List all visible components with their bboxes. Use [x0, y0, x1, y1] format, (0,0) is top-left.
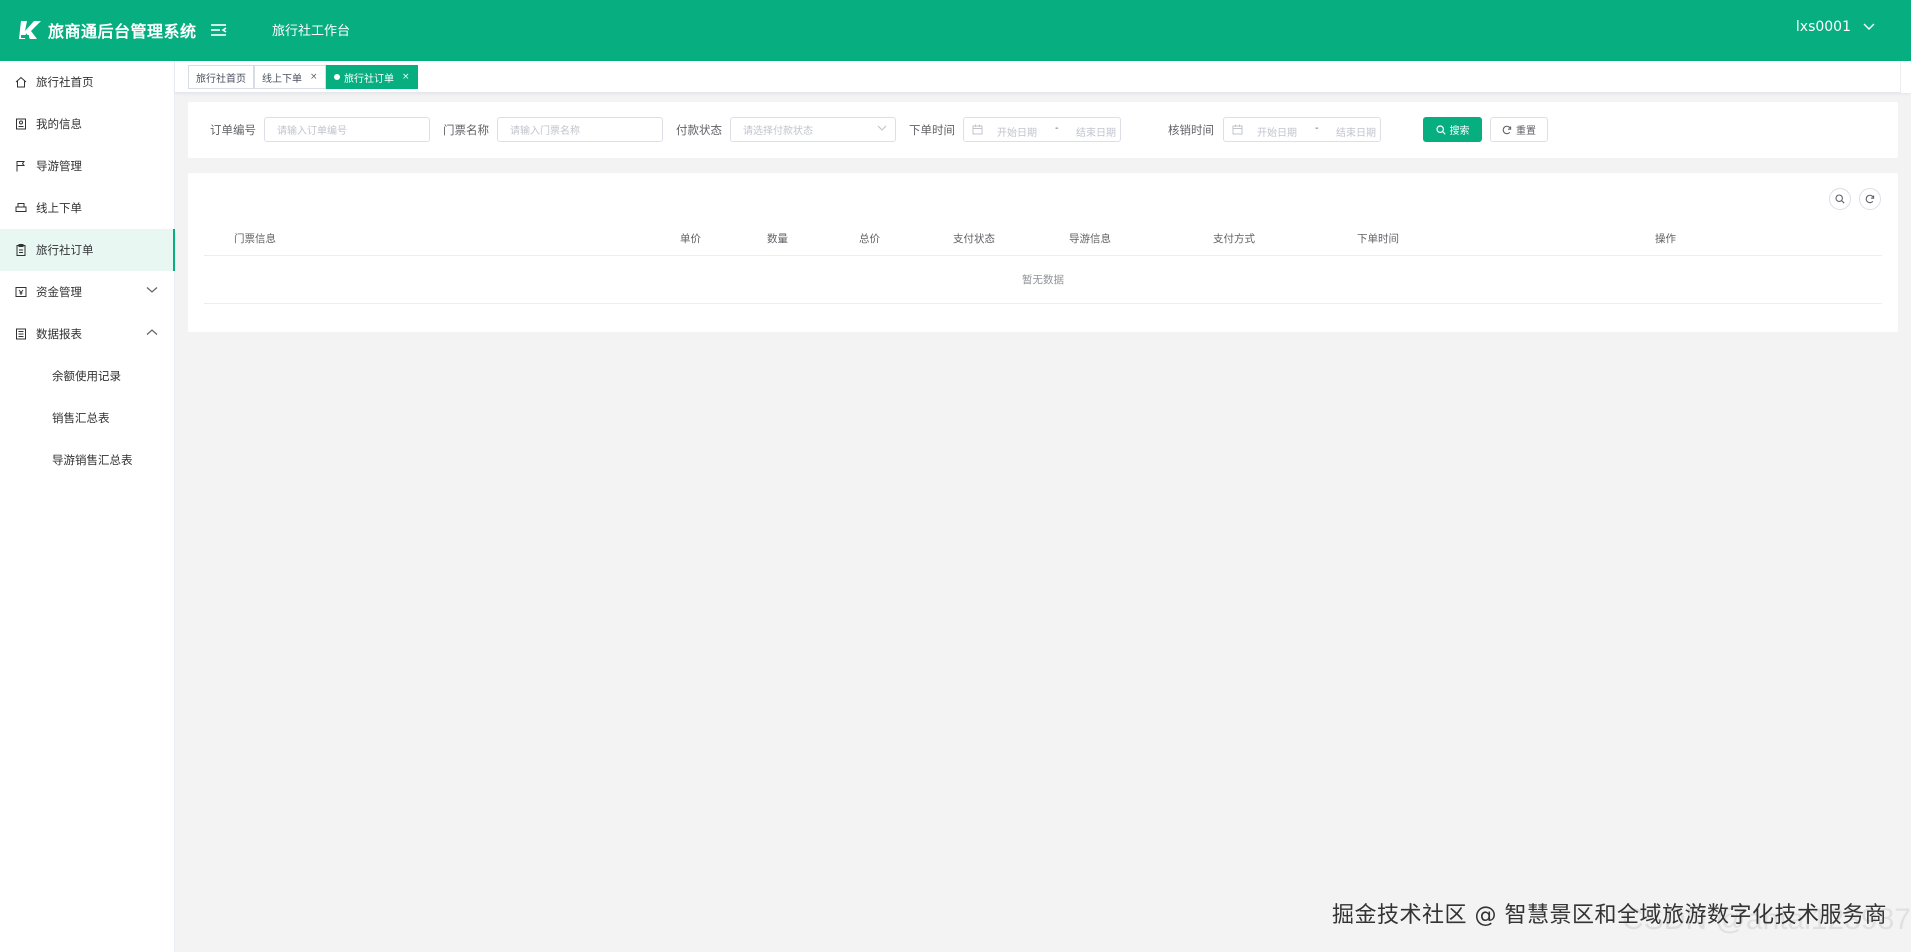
sidebar-item-label: 旅行社首页 [36, 75, 94, 89]
top-header: 旅商通后台管理系统 旅行社工作台 lxs0001 [0, 0, 1911, 61]
tab-agency-home[interactable]: 旅行社首页 [188, 65, 254, 89]
empty-text: 暂无数据 [1022, 274, 1064, 286]
sidebar-item-label: 数据报表 [36, 327, 82, 341]
close-icon[interactable]: × [402, 72, 410, 82]
toggle-search-button[interactable] [1829, 188, 1851, 210]
search-button-label: 搜索 [1449, 126, 1470, 137]
active-dot-icon [334, 74, 340, 80]
chevron-down-icon [146, 287, 158, 293]
logo-icon [18, 19, 42, 41]
search-icon [1835, 194, 1845, 204]
range-separator: - [1055, 123, 1059, 134]
app-title: 旅商通后台管理系统 [48, 22, 197, 41]
tags-view-bar: 旅行社首页 线上下单 × 旅行社订单 × [175, 61, 1911, 93]
refresh-table-button[interactable] [1859, 188, 1881, 210]
orders-table-panel: 门票信息 单价 数量 总价 支付状态 导游信息 支付方式 下单时间 操作 暂无数… [188, 173, 1898, 332]
menu-toggle-icon[interactable] [209, 20, 229, 40]
column-header-actions: 操作 [1655, 233, 1676, 245]
sidebar-item-label: 我的信息 [36, 117, 82, 131]
search-form: 订单编号 请输入订单编号 门票名称 请输入门票名称 付款状态 请选择付款状态 下… [188, 102, 1898, 158]
refresh-icon [1502, 125, 1512, 134]
home-icon [15, 76, 27, 88]
column-header-pay-method: 支付方式 [1213, 233, 1255, 245]
user-dropdown[interactable]: lxs0001 [1796, 19, 1875, 35]
ticket-name-input[interactable]: 请输入门票名称 [497, 117, 663, 142]
sidebar-item-reports[interactable]: 数据报表 [0, 313, 175, 355]
submenu-item-label: 销售汇总表 [52, 411, 110, 425]
submenu-item-label: 余额使用记录 [52, 369, 121, 383]
sidebar-item-home[interactable]: 旅行社首页 [0, 61, 175, 103]
sidebar-item-label: 资金管理 [36, 285, 82, 299]
submenu-item-label: 导游销售汇总表 [52, 453, 133, 467]
ticket-name-label: 门票名称 [443, 123, 489, 137]
start-date-placeholder: 开始日期 [997, 128, 1037, 139]
submenu-item-balance-records[interactable]: 余额使用记录 [0, 355, 175, 397]
search-button[interactable]: 搜索 [1423, 117, 1482, 142]
chevron-down-icon [877, 125, 887, 131]
start-date-placeholder: 开始日期 [1257, 128, 1297, 139]
tab-label: 线上下单 [262, 73, 302, 85]
order-time-label: 下单时间 [909, 123, 955, 137]
order-no-placeholder: 请输入订单编号 [277, 126, 347, 137]
sidebar-item-label: 线上下单 [36, 201, 82, 215]
sidebar: 旅行社首页 我的信息 导游管理 线上下单 旅行社订单 资金管理 数据报表 余额使… [0, 61, 175, 952]
column-header-pay-status: 支付状态 [953, 233, 995, 245]
order-time-range[interactable]: 开始日期 - 结束日期 [963, 117, 1121, 142]
tab-agency-orders[interactable]: 旅行社订单 × [326, 65, 418, 89]
sidebar-item-label: 旅行社订单 [36, 243, 94, 257]
end-date-placeholder: 结束日期 [1336, 128, 1376, 139]
column-header-unit-price: 单价 [680, 233, 701, 245]
column-header-ticket-info: 门票信息 [234, 233, 276, 245]
order-no-label: 订单编号 [210, 123, 256, 137]
watermark-text: 掘金技术社区 @ 智慧景区和全域旅游数字化技术服务商 [1332, 903, 1887, 928]
report-icon [15, 328, 27, 340]
column-header-total-price: 总价 [859, 233, 880, 245]
clipboard-icon [15, 244, 27, 256]
username: lxs0001 [1795, 19, 1851, 35]
order-no-input[interactable]: 请输入订单编号 [264, 117, 430, 142]
sidebar-item-label: 导游管理 [36, 159, 82, 173]
chevron-up-icon [146, 329, 158, 335]
close-icon[interactable]: × [310, 72, 318, 82]
submenu-item-guide-sales-summary[interactable]: 导游销售汇总表 [0, 439, 175, 481]
flag-icon [15, 160, 27, 172]
range-separator: - [1315, 123, 1319, 134]
verify-time-label: 核销时间 [1168, 123, 1214, 137]
printer-icon [15, 202, 27, 214]
column-header-guide-info: 导游信息 [1069, 233, 1111, 245]
verify-time-range[interactable]: 开始日期 - 结束日期 [1223, 117, 1381, 142]
refresh-icon [1865, 194, 1875, 204]
end-date-placeholder: 结束日期 [1076, 128, 1116, 139]
app-logo[interactable]: 旅商通后台管理系统 [18, 16, 197, 44]
profile-icon [15, 118, 27, 130]
chevron-down-icon [1863, 23, 1875, 30]
search-icon [1435, 124, 1446, 135]
tab-online-order[interactable]: 线上下单 × [254, 65, 326, 89]
submenu-item-sales-summary[interactable]: 销售汇总表 [0, 397, 175, 439]
sidebar-item-my-info[interactable]: 我的信息 [0, 103, 175, 145]
pay-status-label: 付款状态 [676, 123, 722, 137]
tabs-scrollbar[interactable] [1900, 61, 1911, 93]
pay-status-placeholder: 请选择付款状态 [743, 126, 813, 137]
calendar-icon [972, 124, 983, 135]
sidebar-item-online-order[interactable]: 线上下单 [0, 187, 175, 229]
pay-status-select[interactable]: 请选择付款状态 [730, 117, 896, 142]
column-header-order-time: 下单时间 [1357, 233, 1399, 245]
tab-label: 旅行社订单 [344, 73, 394, 85]
column-header-quantity: 数量 [767, 233, 788, 245]
tab-label: 旅行社首页 [196, 73, 246, 85]
header-nav-workbench[interactable]: 旅行社工作台 [272, 20, 350, 39]
sidebar-item-agency-orders[interactable]: 旅行社订单 [0, 229, 175, 271]
sidebar-item-funds[interactable]: 资金管理 [0, 271, 175, 313]
calendar-icon [1232, 124, 1243, 135]
reset-button[interactable]: 重置 [1490, 117, 1548, 142]
ticket-name-placeholder: 请输入门票名称 [510, 126, 580, 137]
table-empty-row: 暂无数据 [204, 256, 1882, 304]
wallet-icon [15, 286, 27, 298]
sidebar-item-guide-manage[interactable]: 导游管理 [0, 145, 175, 187]
table-header: 门票信息 单价 数量 总价 支付状态 导游信息 支付方式 下单时间 操作 [204, 217, 1882, 256]
reset-button-label: 重置 [1516, 126, 1536, 137]
